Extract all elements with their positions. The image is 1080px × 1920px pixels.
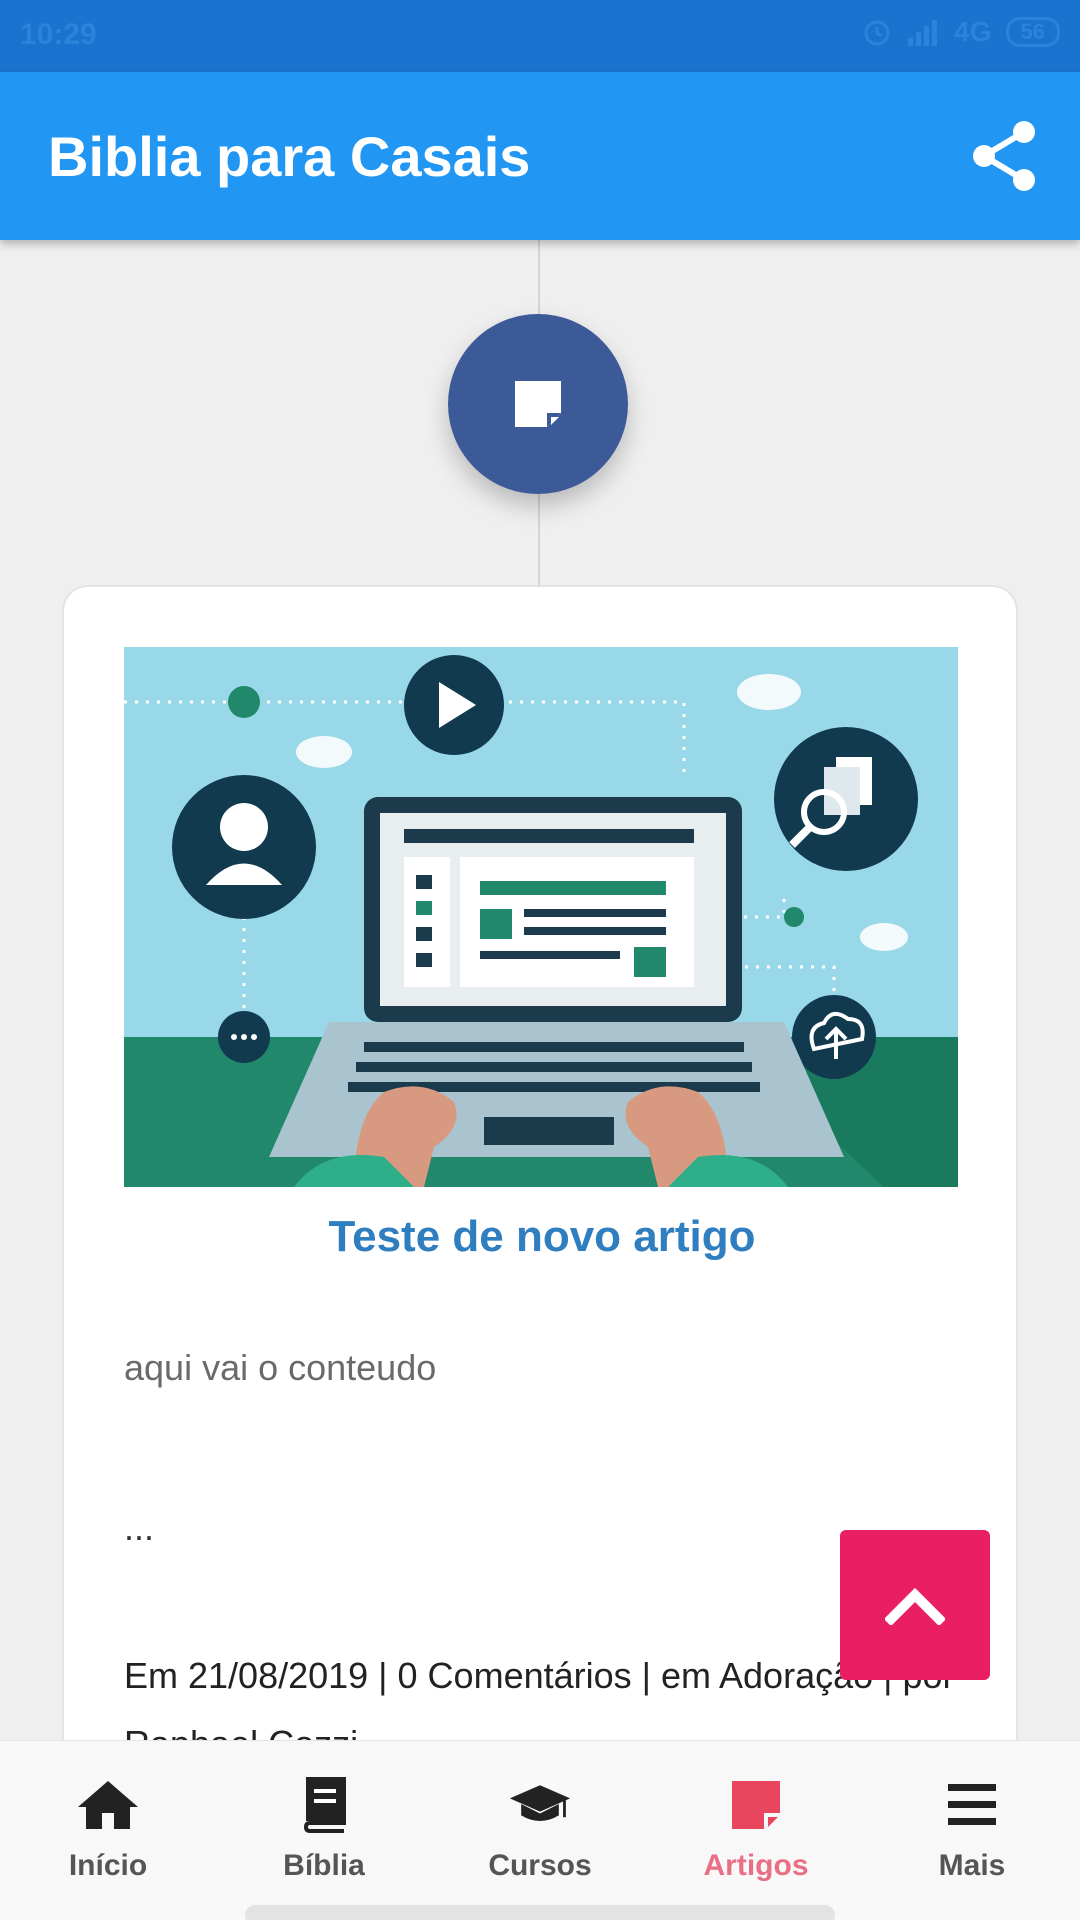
status-time: 10:29 [20,18,97,51]
status-icons: 4G 56 [862,16,1060,48]
book-icon [303,1777,346,1833]
nav-label-artigos: Artigos [703,1849,809,1882]
article-title[interactable]: Teste de novo artigo [64,1212,1020,1262]
app-bar: Biblia para Casais [0,72,1080,240]
article-card[interactable]: Teste de novo artigo aqui vai o conteudo… [62,585,1018,1885]
bottom-nav: Início Bíblia Cursos Artigos Mais [0,1740,1080,1920]
app-title: Biblia para Casais [48,125,531,188]
home-icon [78,1781,138,1829]
scroll-top-button[interactable] [840,1530,990,1680]
graduation-cap-icon [509,1785,571,1821]
share-button[interactable] [968,118,1044,194]
article-excerpt: aqui vai o conteudo [124,1347,437,1388]
nav-label-mais: Mais [938,1849,1006,1882]
article-ellipsis: ... [124,1507,155,1548]
timeline-badge [448,314,628,494]
note-icon [515,381,561,427]
alarm-icon [864,20,890,46]
article-image[interactable] [124,647,958,1187]
nav-item-inicio[interactable]: Início [0,1741,216,1920]
chevron-up-icon [885,1587,945,1625]
nav-item-mais[interactable]: Mais [864,1741,1080,1920]
share-icon [973,121,1035,191]
nav-label-inicio: Início [68,1849,148,1882]
note-icon [732,1781,780,1829]
signal-icon [908,20,938,46]
battery-indicator: 56 [1005,17,1060,47]
laptop-illustration [124,647,958,1187]
nav-item-artigos[interactable]: Artigos [648,1741,864,1920]
home-indicator [245,1905,835,1920]
nav-label-cursos: Cursos [488,1849,592,1882]
network-type: 4G [954,16,992,47]
status-bar: 10:29 4G 56 [0,0,1080,72]
menu-icon [948,1784,996,1825]
nav-label-biblia: Bíblia [283,1849,365,1882]
nav-item-cursos[interactable]: Cursos [432,1741,648,1920]
nav-item-biblia[interactable]: Bíblia [216,1741,432,1920]
